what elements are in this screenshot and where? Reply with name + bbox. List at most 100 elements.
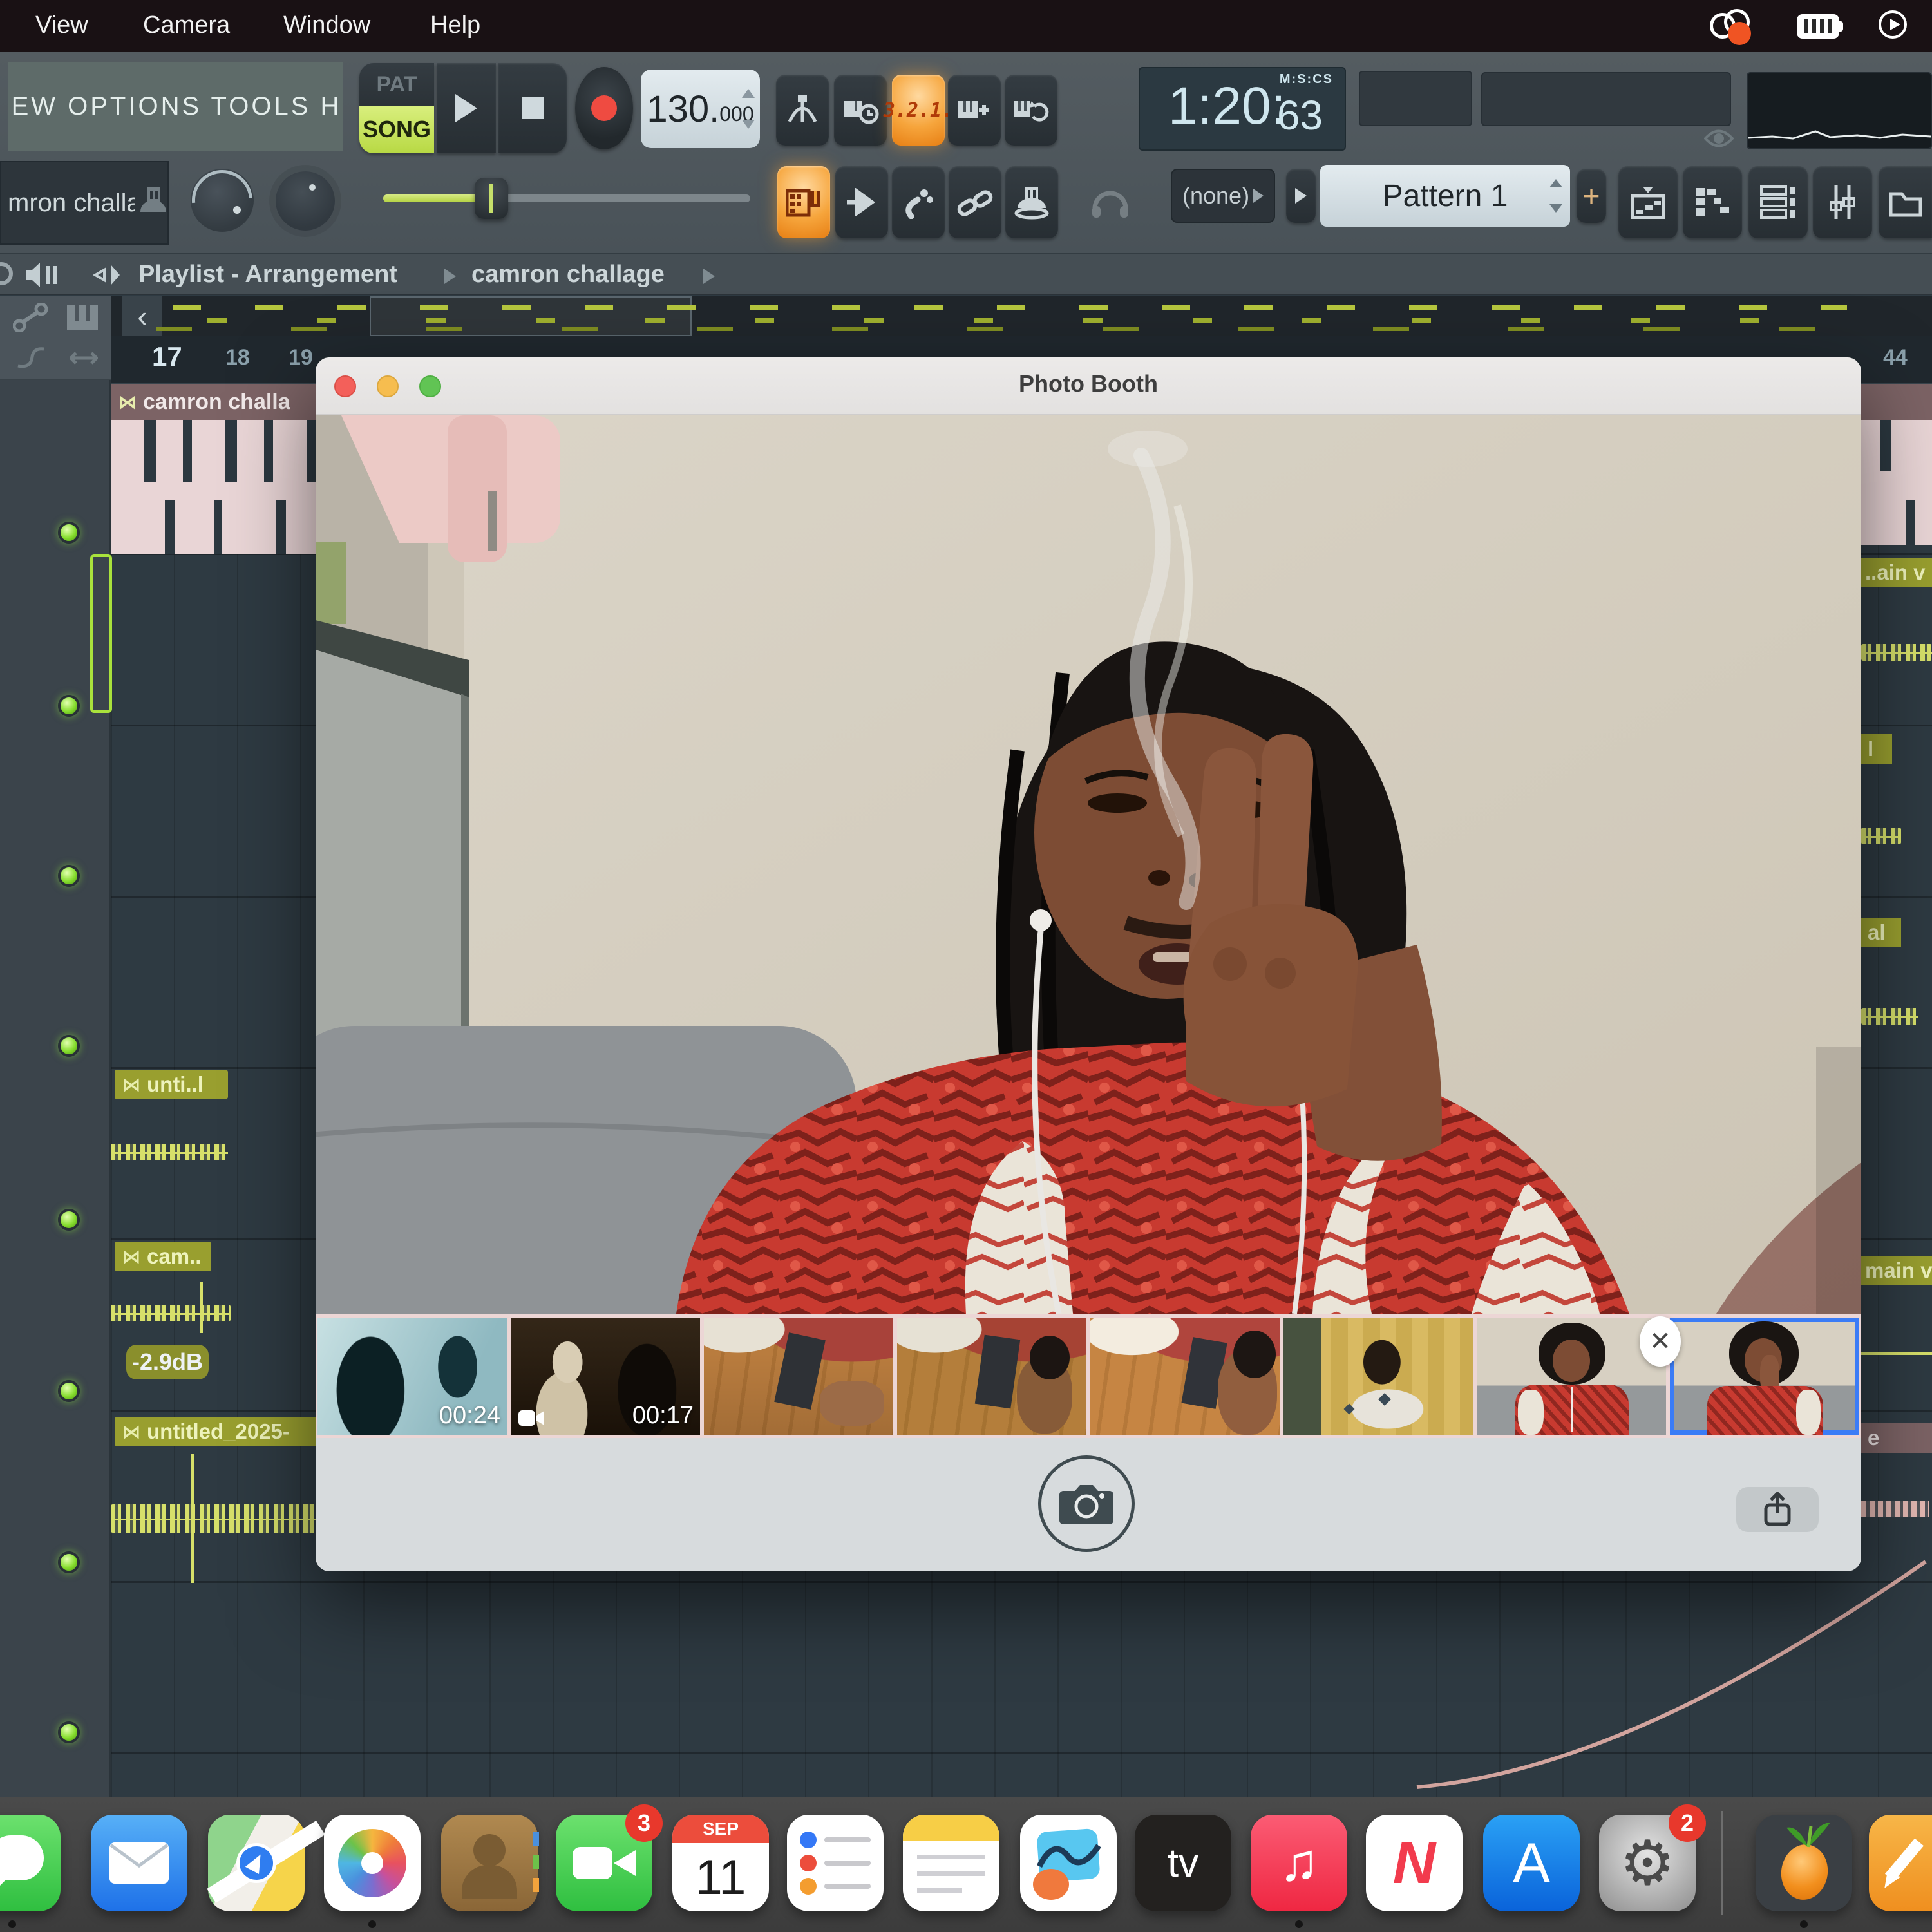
piano-keys-icon[interactable] [66,304,99,331]
appstore-icon[interactable]: A [1483,1815,1580,1911]
share-button[interactable] [1736,1487,1819,1532]
clip-camron-header[interactable]: ⋈ camron challa [111,384,316,420]
track-mute-led[interactable] [58,1209,80,1231]
now-playing-icon[interactable] [1879,10,1907,39]
time-display[interactable]: 1:20: 63 M:S:CS [1139,67,1346,151]
freeform-icon[interactable] [1020,1815,1117,1911]
notes-icon[interactable] [903,1815,999,1911]
clip-right-e[interactable]: e [1861,1423,1932,1453]
maps-icon[interactable] [208,1815,305,1911]
add-pattern-button[interactable]: + [1577,169,1606,223]
pattern-picker-arrow-button[interactable] [1286,169,1316,223]
delete-photo-button[interactable]: ✕ [1640,1316,1681,1367]
menu-help[interactable]: Help [430,12,480,39]
clip-cam-waveform[interactable] [111,1305,231,1321]
channel-rack-view-button[interactable] [1748,166,1808,238]
node-tool-icon[interactable] [13,303,49,332]
thumbnail-photo-5[interactable] [1090,1318,1280,1435]
countdown-button[interactable]: 3.2.1. [892,75,945,146]
playlist-breadcrumb-project[interactable]: camron challage [471,261,665,289]
photos-icon[interactable] [324,1815,421,1911]
automation-curve-icon[interactable] [17,346,45,368]
track-mute-led[interactable] [58,1035,80,1057]
horizontal-zoom-icon[interactable] [70,349,98,367]
pattern-selector[interactable]: Pattern 1 [1320,165,1570,227]
audio-toggle-icon[interactable] [91,261,124,289]
thumbnail-photo-6[interactable] [1283,1318,1473,1435]
thumbnail-photo-3[interactable] [704,1318,893,1435]
menu-view[interactable]: View [35,12,88,39]
contacts-icon[interactable] [441,1815,538,1911]
clip-right-main[interactable]: main v [1861,1256,1932,1285]
project-title-field[interactable]: mron challage [0,161,169,245]
clip-cam-header[interactable]: ⋈cam.. [115,1242,211,1271]
clip-right-top-waveform[interactable] [1861,644,1932,661]
menu-camera[interactable]: Camera [143,12,230,39]
eye-icon[interactable] [1704,128,1734,149]
pat-song-toggle[interactable]: PAT SONG [359,63,434,153]
mixer-view-button[interactable] [1813,166,1872,238]
clip-right-l-waveform[interactable] [1861,828,1901,844]
multilink-controllers-button[interactable] [1005,166,1058,238]
typing-keyboard-button[interactable] [948,75,1001,146]
gain-badge[interactable]: -2.9dB [126,1345,209,1379]
track-mute-led[interactable] [58,865,80,887]
mail-icon[interactable] [91,1815,187,1911]
flstudio-icon[interactable] [1756,1815,1852,1911]
record-button[interactable] [575,67,633,149]
settings-icon[interactable]: ⚙ 2 [1599,1815,1696,1911]
pat-label[interactable]: PAT [359,63,434,106]
playlist-view-button[interactable] [1618,166,1678,238]
playlist-scroll-preview[interactable]: ‹ [111,296,1932,336]
thumbnail-video-2[interactable]: 00:17 [511,1318,700,1435]
pages-icon[interactable] [1869,1815,1932,1911]
song-label[interactable]: SONG [359,106,434,153]
piano-roll-view-button[interactable] [1683,166,1742,238]
appletv-icon[interactable]: tv [1135,1815,1231,1911]
battery-icon[interactable] [1797,14,1839,39]
screen-recording-icon[interactable] [1710,9,1755,43]
track-mute-led[interactable] [58,1380,80,1402]
metronome-button[interactable] [776,75,829,146]
thumbnail-photo-8-selected[interactable] [1670,1318,1859,1435]
clip-right-e-waveform[interactable] [1861,1501,1929,1517]
clip-unti-waveform[interactable] [111,1144,228,1160]
track-mute-led[interactable] [58,1721,80,1743]
fl-menu-strip[interactable]: S VIEW OPTIONS TOOLS HELP [8,62,343,151]
facetime-icon[interactable]: 3 [556,1815,652,1911]
bpm-display[interactable]: 130. 000 [641,70,760,148]
track-selection-marker[interactable] [90,554,112,713]
main-pitch-knob[interactable] [191,169,254,232]
bpm-down-icon[interactable] [742,120,755,129]
reminders-icon[interactable] [787,1815,884,1911]
clip-right-top[interactable]: ..ain v [1861,558,1932,587]
news-icon[interactable]: N [1366,1815,1463,1911]
bpm-up-icon[interactable] [742,89,755,98]
clip-camron-body-right[interactable] [1861,420,1932,545]
browser-view-button[interactable] [1879,166,1932,238]
loop-record-button[interactable] [1005,75,1057,146]
link-button[interactable] [949,166,1001,238]
midi-preset-picker[interactable]: (none) [1171,169,1275,223]
messages-icon[interactable] [0,1815,61,1911]
clip-untitled2025-waveform[interactable] [111,1504,316,1533]
music-icon[interactable]: ♫ [1251,1815,1347,1911]
pattern-up-icon[interactable] [1549,179,1562,187]
play-button[interactable] [437,63,496,153]
menu-window[interactable]: Window [283,12,370,39]
stop-button[interactable] [498,63,567,153]
take-photo-button[interactable] [1038,1455,1135,1552]
slide-notes-button[interactable] [892,166,945,238]
step-edit-button[interactable] [777,166,830,238]
playlist-breadcrumb-title[interactable]: Playlist - Arrangement [138,261,397,289]
calendar-icon[interactable]: SEP 11 [672,1815,769,1911]
track-mute-led[interactable] [58,522,80,544]
photo-booth-titlebar[interactable]: Photo Booth [316,357,1861,415]
clip-right-al-waveform[interactable] [1861,1008,1918,1025]
follow-playback-button[interactable] [835,166,888,238]
magnifier-icon[interactable] [0,262,13,285]
main-volume-knob[interactable] [276,171,335,231]
thumbnail-video-1[interactable]: 00:24 [317,1318,507,1435]
clip-camron-body[interactable] [111,420,316,554]
clip-right-main-waveform[interactable] [1861,1352,1932,1355]
